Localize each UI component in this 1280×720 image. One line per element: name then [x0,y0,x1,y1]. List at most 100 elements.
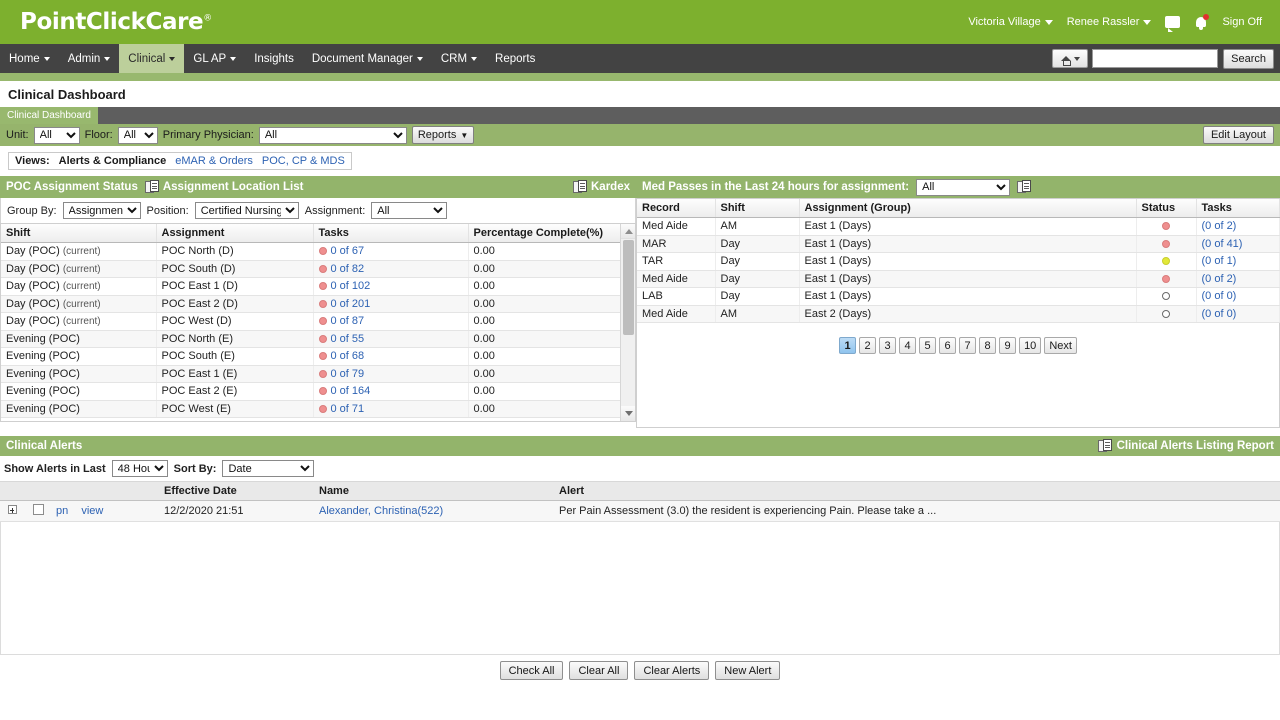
table-row[interactable]: Evening (POC) POC South (E) 0 of 68 0.00 [1,348,622,366]
med-assignment-select[interactable]: All [916,179,1010,196]
clear-alerts-button[interactable]: Clear Alerts [634,661,709,680]
tasks-link[interactable]: 0 of 71 [331,403,365,415]
page-button-next[interactable]: Next [1044,337,1077,354]
table-row[interactable]: Evening (POC) POC West (E) 0 of 71 0.00 [1,400,622,418]
table-row[interactable]: Evening (POC) POC East 1 (E) 0 of 79 0.0… [1,365,622,383]
floor-filter-select[interactable]: All [118,127,158,144]
page-button-7[interactable]: 7 [959,337,976,354]
sort-by-select[interactable]: Date [222,460,314,477]
poc-col-tasks[interactable]: Tasks [313,224,468,243]
user-menu[interactable]: Renee Rassler [1067,16,1152,28]
alerts-col-effective-date[interactable]: Effective Date [160,482,315,501]
tasks-link[interactable]: (0 of 0) [1202,308,1237,320]
tasks-link[interactable]: (0 of 0) [1202,290,1237,302]
poc-col-assignment[interactable]: Assignment [156,224,313,243]
poc-table-scrollbar[interactable] [620,224,635,421]
tasks-link[interactable]: 0 of 55 [331,333,365,345]
show-alerts-in-last-select[interactable]: 48 Hours [112,460,168,477]
check-all-button[interactable]: Check All [500,661,564,680]
nav-item-admin[interactable]: Admin [59,44,120,73]
page-button-8[interactable]: 8 [979,337,996,354]
med-col-status[interactable]: Status [1136,199,1196,218]
med-col-shift[interactable]: Shift [715,199,799,218]
table-row[interactable]: Med Aide AM East 2 (Days) (0 of 0) [637,305,1279,323]
tasks-link[interactable]: 0 of 87 [331,315,365,327]
edit-layout-button[interactable]: Edit Layout [1203,126,1274,144]
table-row[interactable]: MAR Day East 1 (Days) (0 of 41) [637,235,1279,253]
search-input[interactable] [1092,49,1218,68]
expand-row-icon[interactable] [8,505,17,514]
nav-item-glap[interactable]: GL AP [184,44,245,73]
alerts-col-name[interactable]: Name [315,482,555,501]
scrollbar-thumb[interactable] [623,240,634,335]
table-row[interactable]: TAR Day East 1 (Days) (0 of 1) [637,253,1279,271]
nav-item-clinical[interactable]: Clinical [119,44,184,73]
alerts-col-alert[interactable]: Alert [555,482,1280,501]
physician-filter-select[interactable]: All [259,127,407,144]
tasks-link[interactable]: 0 of 164 [331,385,371,397]
med-col-tasks[interactable]: Tasks [1196,199,1279,218]
unit-filter-select[interactable]: All [34,127,80,144]
resident-name-link[interactable]: Alexander, Christina(522) [319,505,443,517]
scroll-up-arrow-icon[interactable] [621,224,636,239]
page-button-6[interactable]: 6 [939,337,956,354]
notification-bell-icon[interactable] [1194,15,1208,30]
clinical-alerts-listing-report-link[interactable]: Clinical Alerts Listing Report [1117,440,1274,452]
table-row[interactable]: Med Aide AM East 1 (Days) (0 of 2) [637,218,1279,236]
tasks-link[interactable]: 0 of 102 [331,280,371,292]
med-col-record[interactable]: Record [637,199,715,218]
table-row[interactable]: Day (POC) (current) POC West (D) 0 of 87… [1,313,622,331]
table-row[interactable]: Evening (POC) POC North (E) 0 of 55 0.00 [1,330,622,348]
tasks-link[interactable]: (0 of 41) [1202,238,1243,250]
med-col-assignment-group[interactable]: Assignment (Group) [799,199,1136,218]
nav-item-insights[interactable]: Insights [245,44,303,73]
facility-selector[interactable]: Victoria Village [968,16,1052,28]
view-emar-orders[interactable]: eMAR & Orders [175,155,253,167]
page-button-2[interactable]: 2 [859,337,876,354]
med-passes-report-icon[interactable] [1017,180,1031,194]
assignment-location-list-link[interactable]: Assignment Location List [145,180,304,194]
position-select[interactable]: Certified Nursing Aide [195,202,299,219]
view-alerts-compliance[interactable]: Alerts & Compliance [59,155,167,167]
view-poc-cp-mds[interactable]: POC, CP & MDS [262,155,345,167]
view-link[interactable]: view [81,505,103,517]
tasks-link[interactable]: (0 of 2) [1202,273,1237,285]
tasks-link[interactable]: 0 of 68 [331,350,365,362]
row-checkbox[interactable] [33,504,44,515]
nav-item-document-manager[interactable]: Document Manager [303,44,432,73]
poc-col-shift[interactable]: Shift [1,224,156,243]
table-row[interactable]: Day (POC) (current) POC South (D) 0 of 8… [1,260,622,278]
tab-clinical-dashboard[interactable]: Clinical Dashboard [0,107,98,124]
new-alert-button[interactable]: New Alert [715,661,780,680]
table-row[interactable]: Med Aide Day East 1 (Days) (0 of 2) [637,270,1279,288]
tasks-link[interactable]: 0 of 201 [331,298,371,310]
progress-note-link[interactable]: pn [56,505,68,517]
table-row[interactable]: Day (POC) (current) POC East 2 (D) 0 of … [1,295,622,313]
tasks-link[interactable]: 0 of 67 [331,245,365,257]
tasks-link[interactable]: 0 of 79 [331,368,365,380]
table-row[interactable]: Evening (POC) POC East 2 (E) 0 of 164 0.… [1,383,622,401]
table-row[interactable]: Day (POC) (current) POC North (D) 0 of 6… [1,243,622,261]
poc-col-pct[interactable]: Percentage Complete(%) [468,224,622,243]
tasks-link[interactable]: 0 of 82 [331,263,365,275]
table-row[interactable]: Day (POC) (current) POC East 1 (D) 0 of … [1,278,622,296]
page-button-3[interactable]: 3 [879,337,896,354]
scroll-down-arrow-icon[interactable] [621,406,636,421]
page-button-5[interactable]: 5 [919,337,936,354]
page-button-4[interactable]: 4 [899,337,916,354]
page-button-9[interactable]: 9 [999,337,1016,354]
table-row[interactable]: LAB Day East 1 (Days) (0 of 0) [637,288,1279,306]
table-row[interactable]: pn view 12/2/2020 21:51 Alexander, Chris… [0,501,1280,522]
clear-all-button[interactable]: Clear All [569,661,628,680]
nav-item-reports[interactable]: Reports [486,44,544,73]
search-button[interactable]: Search [1223,49,1274,69]
assignment-select[interactable]: All [371,202,447,219]
nav-item-crm[interactable]: CRM [432,44,486,73]
search-scope-home-dropdown[interactable] [1052,49,1088,68]
group-by-select[interactable]: Assignment [63,202,141,219]
tasks-link[interactable]: (0 of 1) [1202,255,1237,267]
page-button-10[interactable]: 10 [1019,337,1041,354]
page-button-1[interactable]: 1 [839,337,856,354]
reports-button[interactable]: Reports ▼ [412,126,474,144]
sign-off-link[interactable]: Sign Off [1222,16,1262,28]
